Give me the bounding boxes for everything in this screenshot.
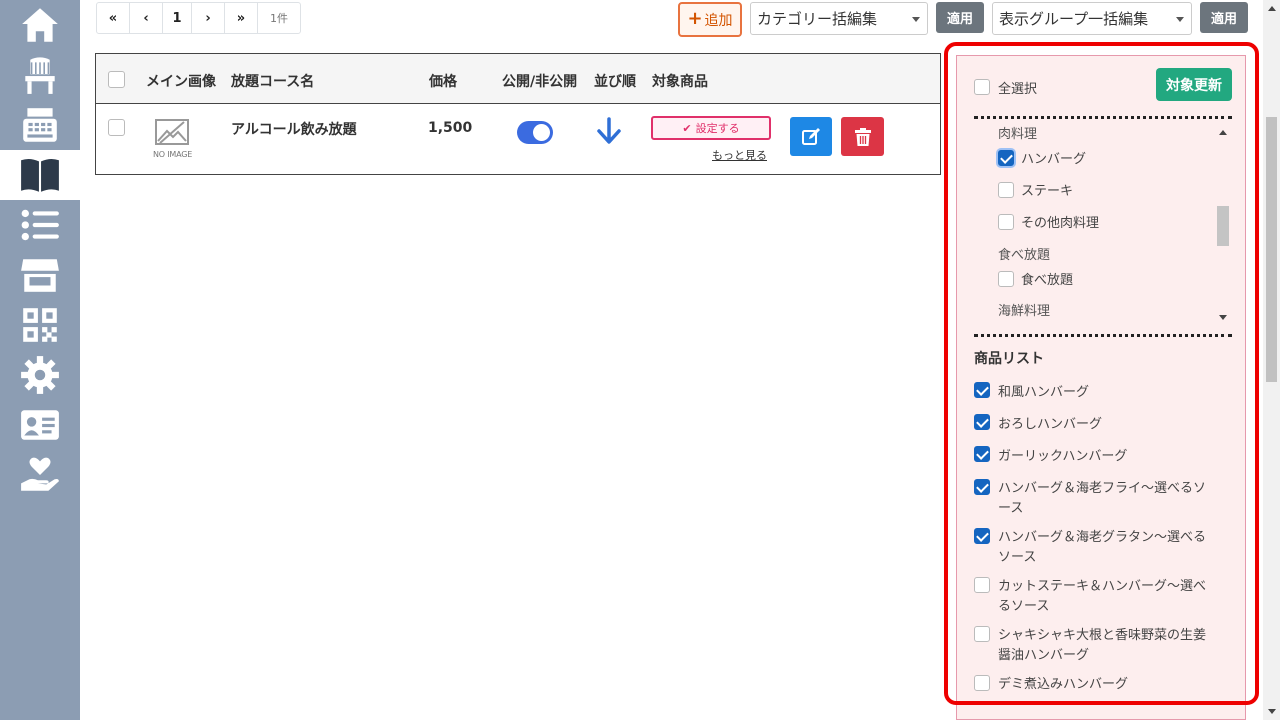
arrow-down-icon[interactable] [596,117,622,145]
group-bulk-select[interactable]: 表示グループ一括編集 [992,2,1192,35]
last-page-button[interactable]: » [225,3,258,33]
course-price: 1,500 [428,120,473,136]
group-apply-button[interactable]: 適用 [1200,2,1248,33]
sidebar-item-seats[interactable] [0,50,80,100]
edit-button[interactable] [790,117,832,156]
no-image-placeholder: NO IMAGE [153,117,196,159]
cash-register-icon [23,108,57,142]
chair-icon [25,55,55,94]
hand-heart-icon [21,457,59,491]
category-apply-button[interactable]: 適用 [936,2,984,33]
chevron-down-icon [1176,17,1184,22]
scrollbar-thumb[interactable] [1266,117,1277,382]
highlight-outline [944,42,1259,705]
publish-toggle[interactable] [517,121,553,144]
gear-icon [21,356,59,394]
set-target-products-button[interactable]: ✔ 設定する [651,116,771,140]
row-checkbox[interactable] [108,119,125,136]
sidebar-item-qr[interactable] [0,300,80,350]
course-name: アルコール飲み放題 [231,122,357,138]
add-button-label: 追加 [704,12,733,29]
add-button[interactable]: + 追加 [678,2,742,37]
first-page-button[interactable]: « [97,3,130,33]
table-header: メイン画像 放題コース名 価格 公開/非公開 並び順 対象商品 [96,54,940,104]
edit-icon [802,127,820,145]
scroll-up-icon[interactable] [1268,6,1276,11]
id-card-icon [21,410,59,440]
sidebar-item-register[interactable] [0,100,80,150]
sidebar [0,0,80,720]
page-number[interactable]: 1 [163,3,192,33]
no-image-caption: NO IMAGE [153,150,193,159]
sidebar-item-list[interactable] [0,200,80,250]
delete-button[interactable] [841,117,884,156]
sidebar-item-menu[interactable] [0,150,80,200]
show-more-link[interactable]: もっと見る [712,147,767,163]
plus-icon: + [687,8,703,29]
set-button-label: 設定する [695,122,740,135]
scroll-down-icon[interactable] [1268,709,1276,714]
home-icon [22,8,58,42]
sidebar-item-store[interactable] [0,250,80,300]
image-icon [155,119,189,145]
header-order: 並び順 [594,74,636,90]
header-main-image: メイン画像 [146,74,216,90]
check-icon: ✔ [682,121,692,135]
pagination: « ‹ 1 › » 1件 [96,2,301,34]
chevron-down-icon [912,17,920,22]
trash-icon [854,127,871,146]
category-bulk-select[interactable]: カテゴリー括編集 [750,2,928,35]
group-bulk-select-value: 表示グループ一括編集 [999,10,1149,28]
result-count: 1件 [270,12,288,25]
menu-book-icon [21,158,59,192]
sidebar-item-home[interactable] [0,0,80,50]
category-bulk-select-value: カテゴリー括編集 [757,10,878,28]
header-published: 公開/非公開 [502,74,578,90]
sidebar-item-staff[interactable] [0,400,80,450]
header-target-products: 対象商品 [652,74,708,90]
course-table: メイン画像 放題コース名 価格 公開/非公開 並び順 対象商品 NO IMAGE… [95,53,941,175]
prev-page-button[interactable]: ‹ [130,3,163,33]
sidebar-item-support[interactable] [0,450,80,500]
header-course-name: 放題コース名 [231,74,315,90]
list-icon [21,209,59,241]
sidebar-item-settings[interactable] [0,350,80,400]
qr-code-icon [23,308,57,342]
next-page-button[interactable]: › [192,3,225,33]
header-price: 価格 [429,74,457,90]
store-icon [21,259,59,292]
select-all-rows-checkbox[interactable] [108,71,125,88]
page-scrollbar[interactable] [1263,0,1280,720]
